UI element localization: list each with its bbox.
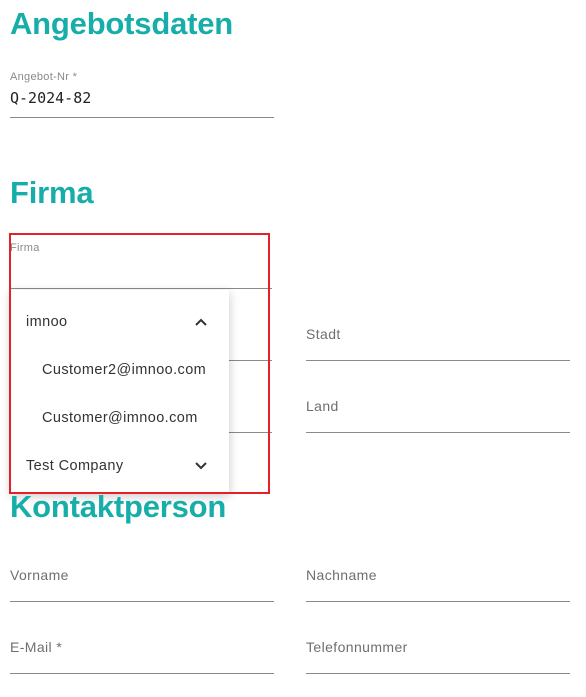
section-title-contact: Kontaktperson xyxy=(10,489,227,524)
country-label: Land xyxy=(306,398,339,414)
last-name-underline xyxy=(306,601,570,602)
section-title-offer: Angebotsdaten xyxy=(10,6,234,41)
phone-label: Telefonnummer xyxy=(306,639,408,655)
city-underline xyxy=(306,360,570,361)
phone-underline xyxy=(306,673,570,674)
section-title-company: Firma xyxy=(10,175,94,210)
offer-number-underline xyxy=(10,117,274,118)
city-label: Stadt xyxy=(306,326,341,342)
first-name-label: Vorname xyxy=(10,567,69,583)
offer-number-value[interactable]: Q-2024-82 xyxy=(10,89,91,107)
last-name-label: Nachname xyxy=(306,567,377,583)
email-underline xyxy=(10,673,274,674)
offer-number-label: Angebot-Nr * xyxy=(10,71,78,83)
email-label: E-Mail * xyxy=(10,639,63,655)
country-underline xyxy=(306,432,570,433)
first-name-underline xyxy=(10,601,274,602)
highlight-box xyxy=(9,233,270,494)
